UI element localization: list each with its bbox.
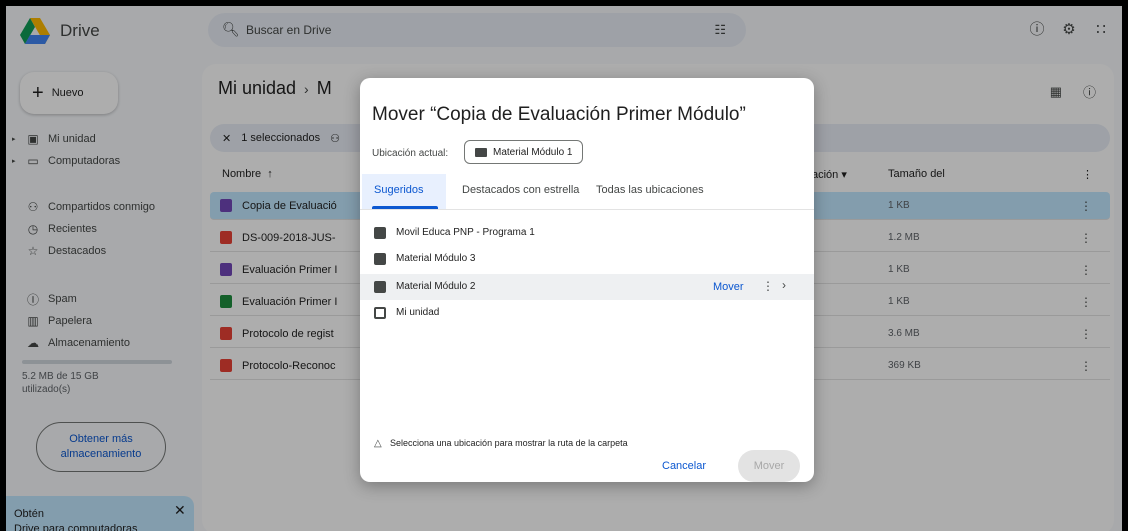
- cancel-button[interactable]: Cancelar: [662, 460, 706, 472]
- shared-folder-icon: [374, 227, 386, 239]
- location-item[interactable]: Mi unidad: [360, 300, 814, 326]
- move-button[interactable]: Mover: [738, 450, 800, 482]
- location-item[interactable]: Material Módulo 3: [360, 246, 814, 272]
- drive-icon: △: [374, 438, 382, 449]
- drive-app: Drive 🔍︎ ☷ ⓘ ⚙ ∷ + Nuevo ▸ ▣ Mi unidad ▸…: [6, 6, 1122, 531]
- hint-text: Selecciona una ubicación para mostrar la…: [390, 438, 628, 448]
- folder-icon: [475, 147, 487, 157]
- current-location-chip[interactable]: Material Módulo 1: [464, 140, 584, 164]
- location-item[interactable]: Movil Educa PNP - Programa 1: [360, 220, 814, 246]
- divider: [360, 209, 814, 210]
- move-dialog: Mover “Copia de Evaluación Primer Módulo…: [360, 78, 814, 482]
- tab-destacados[interactable]: Destacados con estrella: [462, 184, 579, 196]
- location-hint: △ Selecciona una ubicación para mostrar …: [374, 438, 628, 449]
- location-name: Material Módulo 2: [396, 281, 476, 292]
- location-name: Mi unidad: [396, 307, 440, 318]
- more-options-icon[interactable]: ⋮: [762, 279, 774, 293]
- location-item[interactable]: Material Módulo 2 Mover ⋮ ›: [360, 274, 814, 300]
- shared-folder-icon: [374, 253, 386, 265]
- drive-icon: [374, 307, 386, 319]
- row-move-button[interactable]: Mover: [713, 281, 744, 293]
- location-name: Material Módulo 3: [396, 253, 476, 264]
- location-name: Movil Educa PNP - Programa 1: [396, 227, 535, 238]
- tab-sugeridos[interactable]: Sugeridos: [374, 184, 424, 196]
- current-location-label: Ubicación actual:: [372, 148, 449, 159]
- dialog-title: Mover “Copia de Evaluación Primer Módulo…: [372, 104, 746, 125]
- chevron-right-icon[interactable]: ›: [782, 278, 786, 292]
- shared-folder-icon: [374, 281, 386, 293]
- tab-todas-ubicaciones[interactable]: Todas las ubicaciones: [596, 184, 704, 196]
- current-location-name: Material Módulo 1: [493, 146, 573, 158]
